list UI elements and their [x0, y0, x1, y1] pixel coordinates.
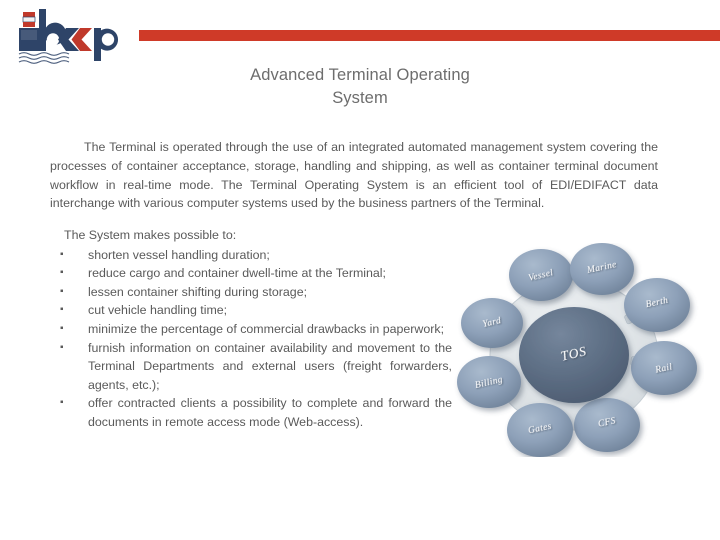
bullet-list-item: ▪ minimize the percentage of commercial d…: [50, 320, 452, 339]
bkp-port-logo-icon: [18, 9, 119, 64]
logo-stripe-red2-icon: [23, 22, 35, 27]
diagram-node-gates[interactable]: Gates: [507, 403, 573, 457]
bullet-list-item-text: shorten vessel handling duration;: [88, 247, 270, 262]
slide-header: bKKp: [0, 0, 720, 68]
bullet-list-item: ▪ cut vehicle handling time;: [50, 301, 452, 320]
intro-paragraph: The Terminal is operated through the use…: [50, 140, 658, 211]
diagram-node-billing[interactable]: Billing: [457, 356, 521, 408]
bullet-marker-icon: ▪: [60, 248, 64, 260]
bullet-list-item: ▪ furnish information on container availa…: [50, 339, 452, 395]
logo-stripe-red-icon: [23, 12, 35, 17]
logo-letter-b-counter-icon: [46, 33, 60, 46]
logo-container-highlight-icon: [21, 30, 37, 40]
bullet-marker-icon: ▪: [60, 397, 64, 409]
bullet-marker-icon: ▪: [60, 341, 64, 353]
bullet-list-item: ▪ offer contracted clients a possibility …: [50, 394, 452, 431]
tos-radial-diagram: Vessel Marine Berth Rail CFS Gates Billi…: [452, 243, 704, 457]
header-accent-bar: [139, 30, 720, 41]
page-title: Advanced Terminal Operating System: [110, 64, 610, 110]
capabilities-list-block: The System makes possible to: ▪ shorten v…: [50, 226, 452, 432]
bullet-list-item-text: cut vehicle handling time;: [88, 303, 228, 318]
bkp-logo: bKKp: [8, 4, 132, 66]
diagram-node-marine[interactable]: Marine: [570, 243, 634, 295]
diagram-node-berth[interactable]: Berth: [624, 278, 690, 332]
bullet-list-item: ▪ lessen container shifting during storag…: [50, 283, 452, 302]
bullet-marker-icon: ▪: [60, 304, 64, 316]
diagram-node-cfs[interactable]: CFS: [574, 398, 640, 452]
logo-waves-icon: [18, 52, 70, 64]
diagram-node-rail[interactable]: Rail: [631, 341, 697, 395]
bullet-marker-icon: ▪: [60, 285, 64, 297]
diagram-node-yard[interactable]: Yard: [461, 298, 523, 348]
page-title-line-1: Advanced Terminal Operating: [250, 66, 470, 84]
diagram-node-vessel[interactable]: Vessel: [509, 249, 573, 301]
page-title-line-2: System: [332, 89, 388, 107]
bullet-marker-icon: ▪: [60, 322, 64, 334]
logo-stripe-white-icon: [22, 16, 36, 23]
diagram-center-node[interactable]: TOS: [519, 307, 629, 403]
bullet-list-item-text: minimize the percentage of commercial dr…: [88, 321, 445, 336]
bullet-marker-icon: ▪: [60, 267, 64, 279]
list-intro-text: The System makes possible to:: [64, 228, 237, 242]
bullet-list-item-text: offer contracted clients a possibility t…: [88, 396, 452, 429]
bullet-list-item: ▪ shorten vessel handling duration;: [50, 246, 452, 265]
bullet-list-item: ▪ reduce cargo and container dwell-time a…: [50, 264, 452, 283]
bullet-list-item-text: reduce cargo and container dwell-time at…: [88, 266, 386, 281]
bullet-list-item-text: lessen container shifting during storage…: [88, 284, 308, 299]
logo-letter-p-counter-icon: [101, 33, 115, 46]
bullet-list-item-text: furnish information on container availab…: [88, 340, 452, 392]
capabilities-bullet-list: ▪ shorten vessel handling duration; ▪ reduc…: [50, 246, 452, 432]
